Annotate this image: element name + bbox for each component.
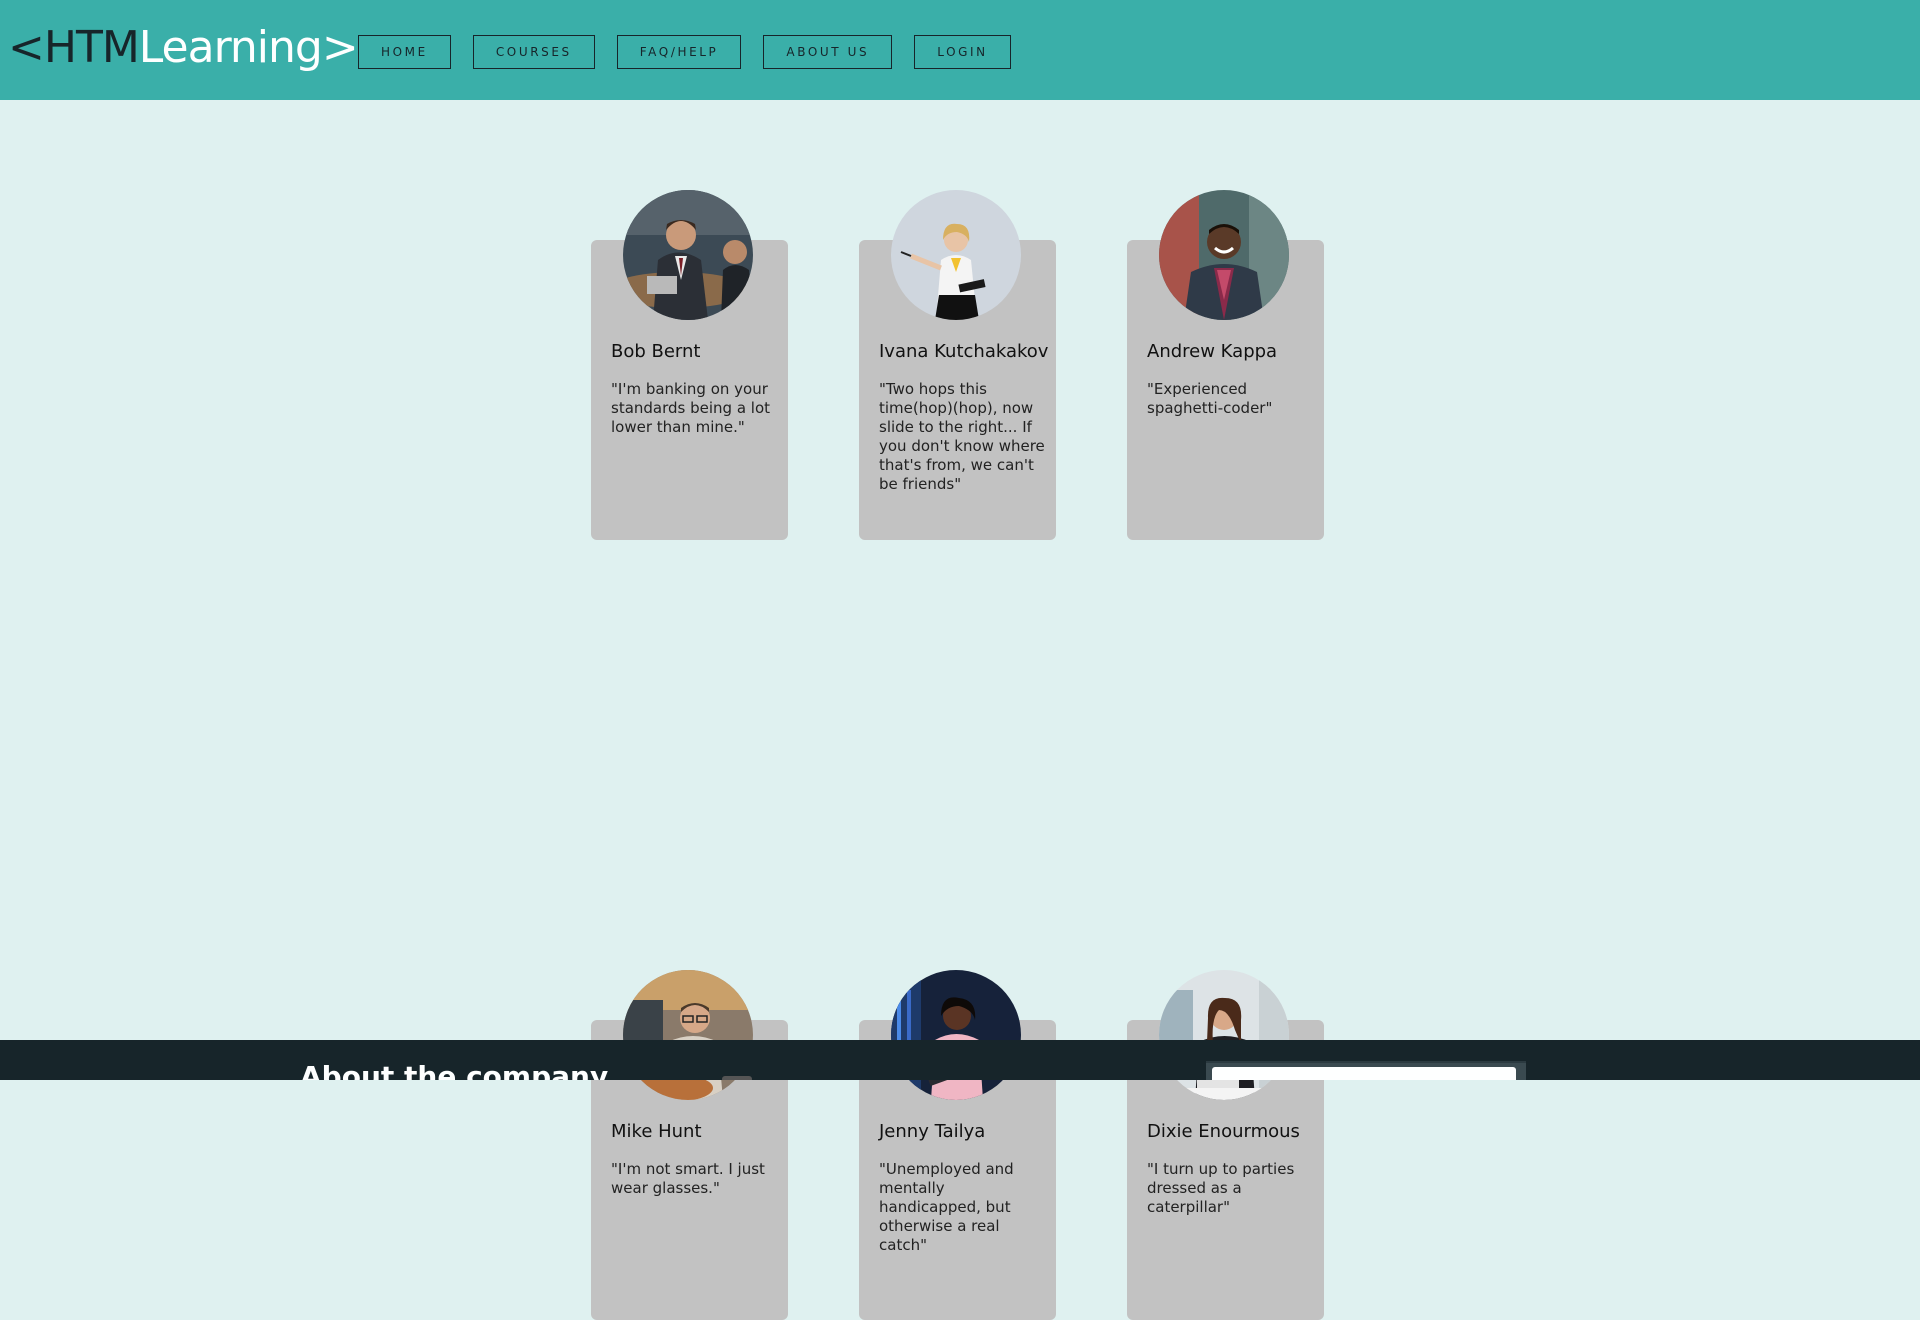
team-card-bob-bernt: Bob Bernt "I'm banking on your standards… <box>591 190 788 540</box>
team-card-ivana-kutchakakov: Ivana Kutchakakov "Two hops this time(ho… <box>859 190 1056 540</box>
woman-presenting-with-pointer-photo <box>891 190 1021 320</box>
woman-with-tablet-in-server-room-photo <box>891 970 1021 1100</box>
team-card-andrew-kappa: Andrew Kappa "Experienced spaghetti-code… <box>1127 190 1324 540</box>
team-member-quote: "I'm not smart. I just wear glasses." <box>611 1160 765 1197</box>
site-footer: About the company <box>0 1040 1920 1080</box>
footer-media-panel <box>1212 1067 1516 1080</box>
team-member-name: Jenny Tailya <box>879 1121 986 1142</box>
nav-login-button[interactable]: LOGIN <box>914 35 1011 69</box>
main-nav: HOME COURSES FAQ/HELP ABOUT US LOGIN <box>358 35 1011 69</box>
site-header: <HTMLearning> HOME COURSES FAQ/HELP ABOU… <box>0 0 1920 100</box>
team-member-name: Andrew Kappa <box>1147 341 1278 362</box>
team-member-quote: "I'm banking on your standards being a l… <box>611 380 771 436</box>
logo-suffix: Learning> <box>138 22 359 73</box>
woman-at-desk-with-laptop-photo <box>1159 970 1289 1100</box>
man-with-glasses-at-laptop-photo <box>623 970 753 1100</box>
team-member-quote: "Unemployed and mentally handicapped, bu… <box>879 1160 1014 1254</box>
nav-courses-button[interactable]: COURSES <box>472 35 595 69</box>
footer-about-heading: About the company <box>300 1060 609 1080</box>
team-member-name: Mike Hunt <box>611 1121 702 1142</box>
team-member-name: Ivana Kutchakakov <box>879 341 1049 362</box>
footer-decoration <box>722 1076 752 1080</box>
team-grid: Bob Bernt "I'm banking on your standards… <box>591 190 1324 1320</box>
nav-about-us-button[interactable]: ABOUT US <box>763 35 893 69</box>
team-member-name: Dixie Enourmous <box>1147 1121 1300 1142</box>
man-in-suit-at-meeting-photo <box>623 190 753 320</box>
site-logo[interactable]: <HTMLearning> <box>8 20 359 76</box>
nav-home-button[interactable]: HOME <box>358 35 451 69</box>
logo-prefix: <HTM <box>8 22 140 73</box>
nav-faq-help-button[interactable]: FAQ/HELP <box>616 35 742 69</box>
team-member-quote: "I turn up to parties dressed as a cater… <box>1147 1160 1295 1216</box>
team-member-name: Bob Bernt <box>611 341 701 362</box>
team-member-quote: "Two hops this time(hop)(hop), now slide… <box>879 380 1045 493</box>
footer-media-frame <box>1206 1061 1526 1080</box>
smiling-man-in-blazer-photo <box>1159 190 1289 320</box>
team-member-quote: "Experienced spaghetti-coder" <box>1147 380 1273 417</box>
